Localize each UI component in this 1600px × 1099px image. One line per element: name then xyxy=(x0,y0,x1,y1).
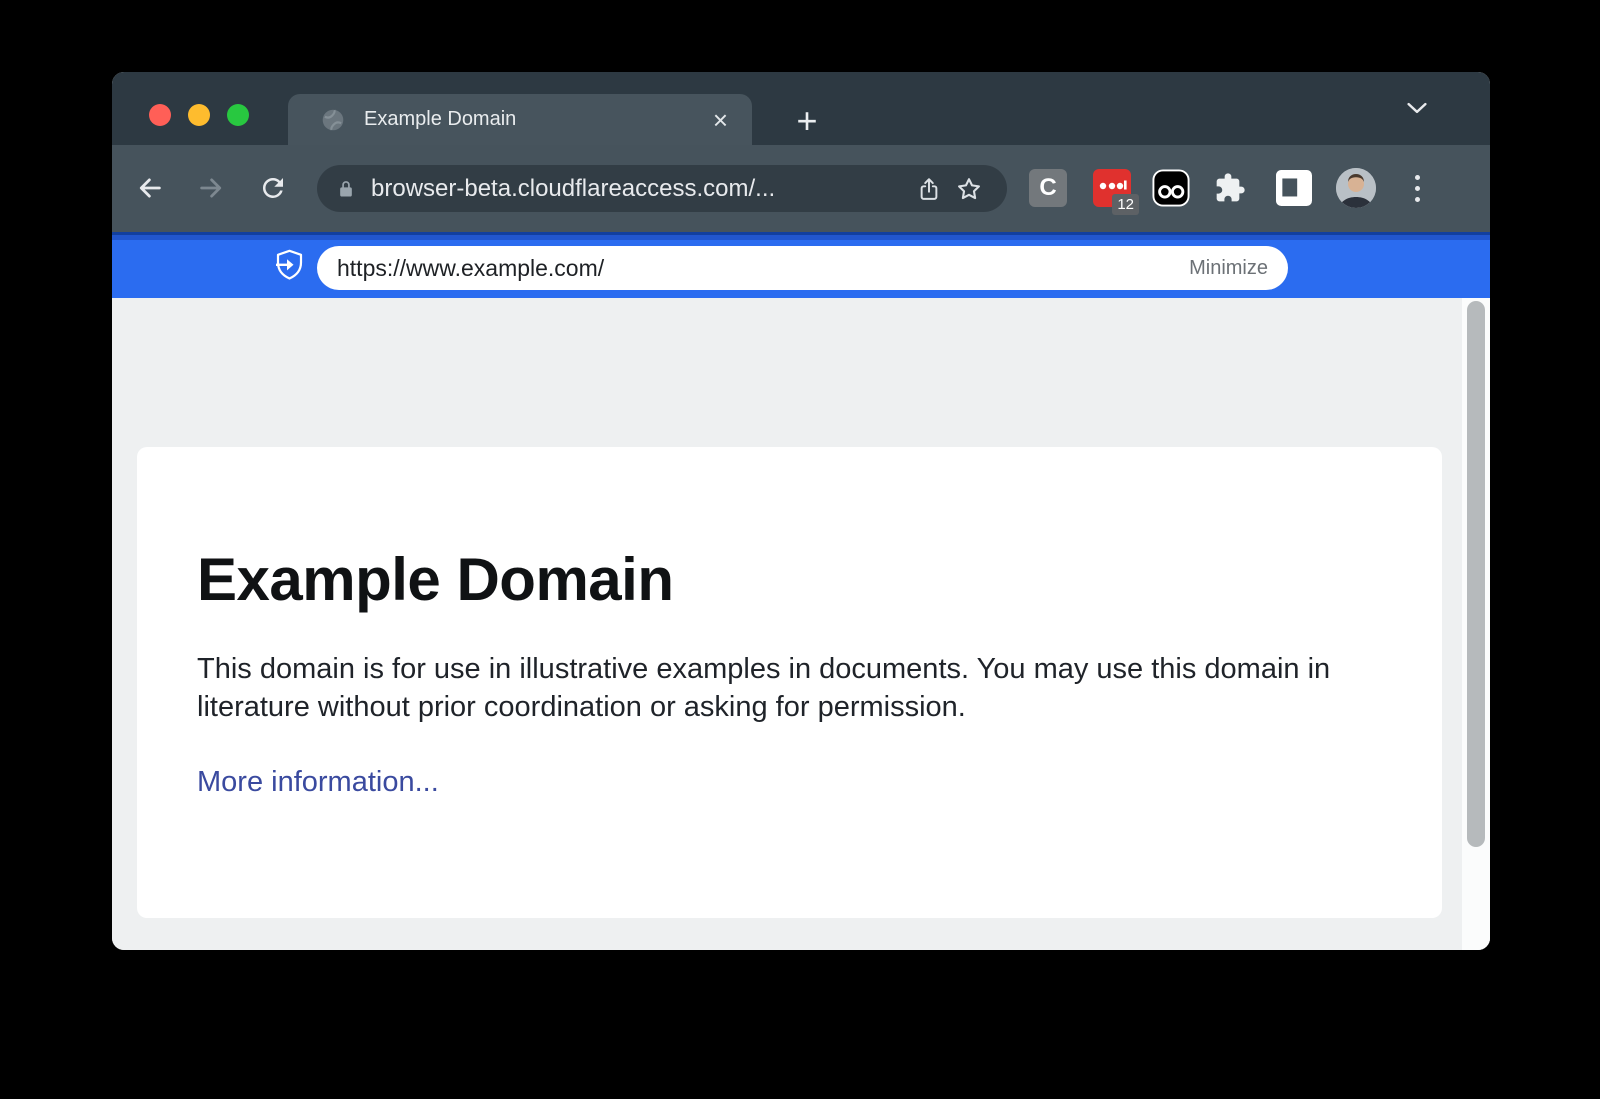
desktop-background: Example Domain × + xyxy=(0,0,1600,1099)
lock-icon xyxy=(335,169,357,209)
extensions-puzzle-icon[interactable] xyxy=(1211,169,1249,207)
minimize-button[interactable]: Minimize xyxy=(1189,257,1268,280)
share-icon[interactable] xyxy=(909,169,949,209)
url-text[interactable]: browser-beta.cloudflareaccess.com/... xyxy=(371,175,909,203)
extension-black-circles-icon[interactable] xyxy=(1152,169,1190,207)
tab-close-icon[interactable]: × xyxy=(713,107,728,133)
globe-favicon-icon xyxy=(320,107,346,133)
page-viewport: Example Domain This domain is for use in… xyxy=(112,298,1490,950)
zoom-window-button[interactable] xyxy=(227,104,249,126)
back-button[interactable] xyxy=(128,166,172,210)
scrollbar-thumb[interactable] xyxy=(1467,301,1485,847)
extension-c-icon[interactable]: C xyxy=(1029,169,1067,207)
new-tab-button[interactable]: + xyxy=(783,97,831,145)
bookmark-star-icon[interactable] xyxy=(949,169,989,209)
kebab-menu-icon[interactable] xyxy=(1397,167,1437,209)
tab-strip: Example Domain × + xyxy=(112,72,1490,145)
extension-badge: 12 xyxy=(1112,194,1139,215)
page-title: Example Domain xyxy=(197,545,1382,614)
extension-red-dots-icon[interactable]: 12 xyxy=(1093,169,1131,207)
reload-button[interactable] xyxy=(251,166,295,210)
close-window-button[interactable] xyxy=(149,104,171,126)
shield-arrow-icon xyxy=(276,249,303,286)
scrollbar-track[interactable] xyxy=(1462,298,1490,950)
minimize-window-button[interactable] xyxy=(188,104,210,126)
toolbar: browser-beta.cloudflareaccess.com/... C … xyxy=(112,145,1490,232)
chevron-down-icon[interactable] xyxy=(1395,86,1439,130)
side-panel-icon[interactable] xyxy=(1275,169,1313,207)
profile-avatar[interactable] xyxy=(1336,168,1376,208)
content-card: Example Domain This domain is for use in… xyxy=(137,447,1442,918)
omnibox[interactable]: browser-beta.cloudflareaccess.com/... xyxy=(317,165,1007,212)
tab-example-domain[interactable]: Example Domain × xyxy=(288,94,752,145)
isolation-url-input[interactable]: https://www.example.com/ Minimize xyxy=(317,246,1288,290)
tab-title: Example Domain xyxy=(364,108,713,131)
forward-button[interactable] xyxy=(189,166,233,210)
more-information-link[interactable]: More information... xyxy=(197,766,439,799)
isolation-url-text[interactable]: https://www.example.com/ xyxy=(337,255,1189,282)
page-paragraph: This domain is for use in illustrative e… xyxy=(197,650,1377,726)
isolation-bar: https://www.example.com/ Minimize xyxy=(112,232,1490,298)
browser-window: Example Domain × + xyxy=(112,72,1490,950)
window-controls xyxy=(149,104,249,126)
